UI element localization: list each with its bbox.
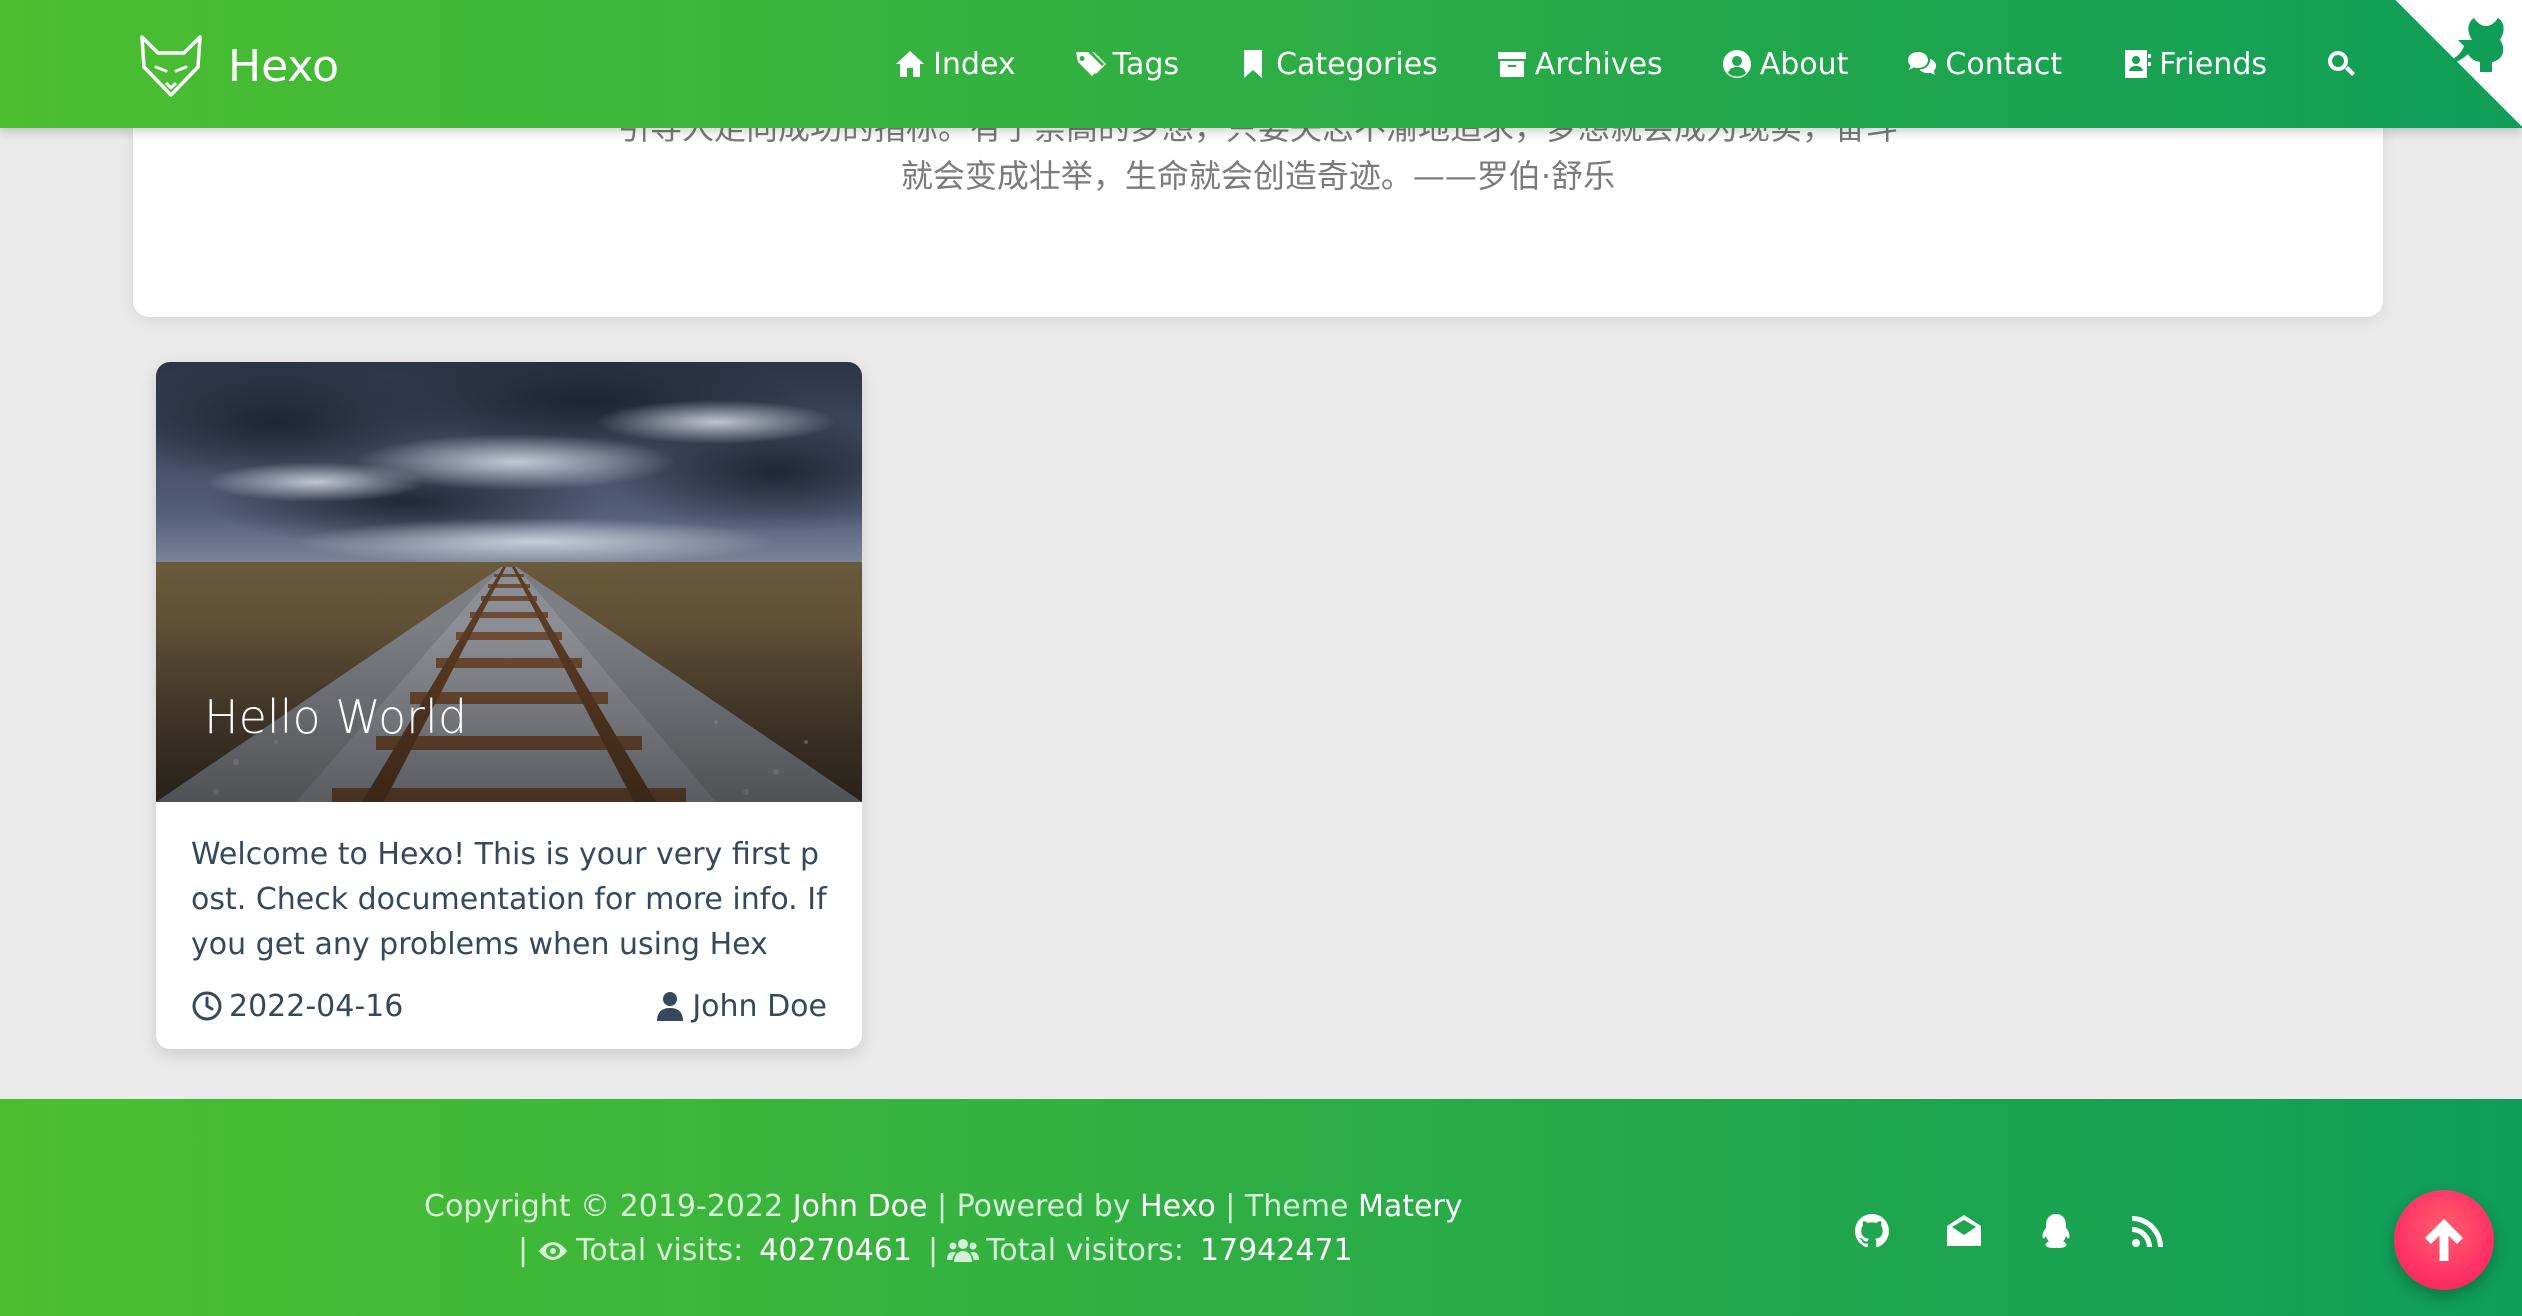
bookmark-icon	[1244, 50, 1263, 78]
visitors-label: Total visitors:	[986, 1233, 1184, 1268]
post-excerpt: Welcome to Hexo! This is your very first…	[191, 837, 827, 962]
visitors-separator: |	[927, 1233, 939, 1268]
powered-by-label: | Powered by	[936, 1189, 1131, 1224]
visits-label: Total visits:	[576, 1233, 744, 1268]
qq-link[interactable]	[2034, 1209, 2078, 1253]
post-meta: 2022-04-16 John Doe	[191, 984, 827, 1028]
theme-label: | Theme	[1225, 1189, 1349, 1224]
visits-separator: |	[518, 1233, 529, 1268]
envelope-icon	[1947, 1215, 1981, 1246]
search-button[interactable]	[2325, 48, 2357, 80]
github-link[interactable]	[1850, 1209, 1894, 1253]
nav-archives-label: Archives	[1534, 46, 1663, 82]
post-date-text: 2022-04-16	[229, 988, 404, 1024]
qq-icon	[2042, 1214, 2070, 1248]
tags-icon	[1075, 52, 1106, 76]
nav-archives[interactable]: Archives	[1496, 47, 1663, 82]
github-corner-icon[interactable]	[2394, 0, 2522, 128]
copyright-prefix: Copyright © 2019-2022	[424, 1189, 784, 1224]
user-icon	[657, 992, 684, 1021]
post-title[interactable]: Hello World	[204, 690, 467, 744]
social-links	[1850, 1209, 2218, 1253]
post-date: 2022-04-16	[191, 989, 403, 1024]
nav-tags[interactable]: Tags	[1074, 47, 1179, 82]
quote-line-2: 就会变成壮举，生命就会创造奇迹。——罗伯·舒乐	[900, 157, 1616, 195]
github-icon	[1855, 1214, 1889, 1248]
copyright-author-link[interactable]: John Doe	[793, 1189, 928, 1224]
address-book-icon	[2125, 50, 2152, 78]
nav-contact[interactable]: Contact	[1906, 47, 2062, 82]
rss-icon	[2132, 1216, 2163, 1247]
main-nav: Index Tags Categories Archives About Con…	[894, 0, 2522, 128]
nav-about[interactable]: About	[1721, 46, 1849, 82]
rss-link[interactable]	[2126, 1209, 2170, 1253]
copyright-line: Copyright © 2019-2022 John Doe | Powered…	[424, 1185, 1463, 1229]
post-author-name: John Doe	[692, 988, 827, 1024]
brand-link[interactable]: Hexo	[136, 30, 339, 102]
email-link[interactable]	[1942, 1209, 1986, 1253]
brand-name: Hexo	[228, 40, 339, 92]
navbar: Hexo Index Tags Categories Archives Abou…	[0, 0, 2522, 128]
hexo-link[interactable]: Hexo	[1140, 1189, 1216, 1224]
clock-icon	[192, 991, 222, 1021]
nav-index[interactable]: Index	[894, 47, 1016, 82]
nav-about-label: About	[1759, 46, 1849, 82]
nav-categories[interactable]: Categories	[1237, 47, 1438, 82]
nav-categories-label: Categories	[1276, 46, 1438, 82]
search-icon	[2328, 51, 2355, 76]
nav-tags-label: Tags	[1112, 46, 1180, 82]
nav-friends[interactable]: Friends	[2120, 47, 2267, 82]
home-icon	[896, 51, 925, 77]
post-author: John Doe	[654, 989, 827, 1024]
user-circle-icon	[1722, 50, 1751, 78]
eye-icon	[539, 1242, 568, 1260]
footer: Copyright © 2019-2022 John Doe | Powered…	[0, 1099, 2522, 1316]
post-card[interactable]: Hello World Welcome to Hexo! This is you…	[156, 362, 862, 1049]
back-to-top-button[interactable]	[2394, 1190, 2494, 1290]
nav-friends-label: Friends	[2159, 46, 2267, 82]
comments-icon	[1908, 52, 1937, 75]
fox-logo-icon	[140, 35, 202, 97]
matery-link[interactable]: Matery	[1358, 1189, 1463, 1224]
stats-line: | Total visits: 40270461 | Total visitor…	[518, 1229, 1353, 1273]
archive-icon	[1497, 52, 1526, 77]
nav-index-label: Index	[933, 46, 1016, 82]
nav-contact-label: Contact	[1945, 46, 2063, 82]
arrow-up-icon	[2425, 1219, 2463, 1261]
visitors-value: 17942471	[1199, 1233, 1353, 1268]
users-icon	[947, 1239, 980, 1262]
visits-value: 40270461	[759, 1233, 912, 1268]
